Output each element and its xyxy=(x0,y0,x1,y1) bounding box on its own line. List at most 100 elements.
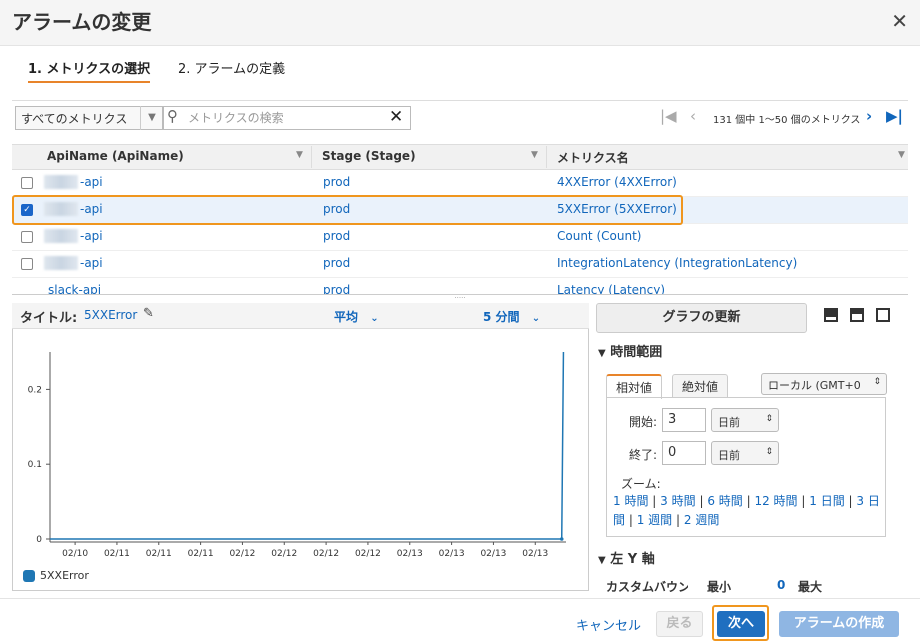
zoom-3h[interactable]: 3 時間 xyxy=(660,494,695,508)
tab-relative[interactable]: 相対値 xyxy=(606,374,663,399)
redacted-name xyxy=(44,256,78,270)
x-tick-label: 02/12 xyxy=(229,549,255,559)
legend-label: 5XXError xyxy=(40,569,89,582)
x-tick-label: 02/10 xyxy=(62,549,88,559)
dialog-title: アラームの変更 xyxy=(12,10,152,34)
updown-icon: ⇕ xyxy=(765,447,773,457)
left-y-axis-title: 左 Y 軸 xyxy=(610,552,655,567)
zoom-6h[interactable]: 6 時間 xyxy=(707,494,742,508)
time-range-title: 時間範囲 xyxy=(610,345,663,360)
step-define-alarm[interactable]: 2. アラームの定義 xyxy=(178,58,285,77)
row-checkbox[interactable] xyxy=(21,177,33,189)
step-select-metric[interactable]: 1. メトリクスの選択 xyxy=(28,58,151,83)
column-header-stage[interactable]: Stage (Stage) xyxy=(322,149,416,163)
y-tick-label: 0 xyxy=(36,535,42,545)
end-unit-select[interactable]: 日前 ⇕ xyxy=(711,441,779,465)
end-input[interactable]: 0 xyxy=(662,441,706,465)
column-header-apiname[interactable]: ApiName (ApiName) xyxy=(47,149,184,163)
graph-title[interactable]: 5XXError xyxy=(84,308,137,322)
prev-page-icon[interactable]: ‹ xyxy=(690,107,696,125)
y-tick-label: 0.2 xyxy=(28,385,42,395)
timezone-value: ローカル (GMT+0 xyxy=(768,379,861,392)
update-graph-button[interactable]: グラフの更新 xyxy=(596,303,807,333)
period-dropdown[interactable]: 5 分間 ⌄ xyxy=(483,308,540,325)
column-header-metric-name[interactable]: メトリクス名 xyxy=(557,149,629,166)
clear-search-icon[interactable]: ✕ xyxy=(389,107,403,127)
cell-apiname[interactable]: -api xyxy=(80,256,103,270)
caret-down-icon: ▼ xyxy=(598,348,606,359)
zoom-2w[interactable]: 2 週間 xyxy=(684,513,719,527)
min-label: 最小 xyxy=(707,580,732,594)
cell-stage[interactable]: prod xyxy=(323,175,350,189)
resize-handle[interactable]: ..... xyxy=(12,293,908,300)
cell-apiname[interactable]: -api xyxy=(80,175,103,189)
tab-absolute[interactable]: 絶対値 xyxy=(672,374,729,398)
chevron-down-icon[interactable]: ▼ xyxy=(140,106,163,130)
x-tick-label: 02/13 xyxy=(480,549,506,559)
timezone-select[interactable]: ローカル (GMT+0 ⇕ xyxy=(761,373,887,395)
back-button[interactable]: 戻る xyxy=(656,611,703,637)
cell-metric[interactable]: IntegrationLatency (IntegrationLatency) xyxy=(557,256,797,270)
zoom-12h[interactable]: 12 時間 xyxy=(754,494,797,508)
x-tick-label: 02/12 xyxy=(313,549,339,559)
min-value[interactable]: 0 xyxy=(777,578,785,592)
chevron-down-icon: ⌄ xyxy=(370,313,379,324)
cell-metric[interactable]: Count (Count) xyxy=(557,229,641,243)
redacted-name xyxy=(44,229,78,243)
metric-chart: 0 0.1 0.2 02/10 02/11 02/11 02/11 02/12 02/12 02/… xyxy=(28,351,566,559)
cell-stage[interactable]: prod xyxy=(323,256,350,270)
chevron-down-icon: ⌄ xyxy=(531,313,541,324)
redacted-name xyxy=(44,175,78,189)
sort-caret-icon[interactable]: ▼ xyxy=(531,150,538,160)
layout-large-icon[interactable] xyxy=(824,308,838,322)
sort-caret-icon[interactable]: ▼ xyxy=(296,150,303,160)
series-line-5xxerror xyxy=(50,351,565,540)
close-icon[interactable]: ✕ xyxy=(891,9,908,33)
metric-search-box xyxy=(163,106,411,130)
start-unit-value: 日前 xyxy=(718,416,740,429)
table-row[interactable] xyxy=(12,170,908,197)
zoom-1d[interactable]: 1 日間 xyxy=(809,494,844,508)
time-range-heading[interactable]: ▼ 時間範囲 xyxy=(598,341,662,360)
cell-metric[interactable]: 4XXError (4XXError) xyxy=(557,175,677,189)
column-separator xyxy=(311,146,312,168)
cell-apiname[interactable]: -api xyxy=(80,229,103,243)
sort-caret-icon[interactable]: ▼ xyxy=(898,150,905,160)
zoom-1h[interactable]: 1 時間 xyxy=(613,494,648,508)
cell-metric[interactable]: Latency (Latency) xyxy=(557,283,665,294)
start-label: 開始: xyxy=(629,415,658,429)
y-tick-label: 0.1 xyxy=(28,460,42,470)
cell-stage[interactable]: prod xyxy=(323,229,350,243)
next-button[interactable]: 次へ xyxy=(717,611,765,637)
zoom-1w[interactable]: 1 週間 xyxy=(637,513,672,527)
pager-text: 131 個中 1〜50 個のメトリクス xyxy=(713,115,861,126)
start-unit-select[interactable]: 日前 ⇕ xyxy=(711,408,779,432)
row-checkbox[interactable] xyxy=(21,231,33,243)
cancel-button[interactable]: キャンセル xyxy=(576,615,641,634)
layout-medium-icon[interactable] xyxy=(850,308,864,322)
x-tick-label: 02/13 xyxy=(397,549,423,559)
row-checkbox[interactable] xyxy=(21,258,33,270)
statistic-dropdown[interactable]: 平均 ⌄ xyxy=(334,308,379,325)
next-page-icon[interactable]: › xyxy=(866,107,872,125)
first-page-icon[interactable]: |◀ xyxy=(660,107,677,125)
pencil-icon[interactable]: ✎ xyxy=(143,306,154,321)
cell-stage[interactable]: prod xyxy=(323,283,350,294)
max-label: 最大 xyxy=(798,580,823,594)
period-value: 5 分間 xyxy=(483,310,520,324)
metric-search-input[interactable] xyxy=(188,109,383,127)
x-tick-label: 02/11 xyxy=(188,549,214,559)
start-input[interactable]: 3 xyxy=(662,408,706,432)
x-tick-label: 02/13 xyxy=(439,549,465,559)
last-page-icon[interactable]: ▶| xyxy=(886,107,903,125)
x-tick-label: 02/12 xyxy=(271,549,297,559)
create-alarm-button[interactable]: アラームの作成 xyxy=(779,611,899,637)
layout-small-icon[interactable] xyxy=(876,308,890,322)
table-row[interactable] xyxy=(12,224,908,251)
column-separator xyxy=(546,146,547,168)
graph-title-label: タイトル: xyxy=(20,311,78,326)
caret-down-icon: ▼ xyxy=(598,555,606,566)
left-y-axis-heading[interactable]: ▼ 左 Y 軸 xyxy=(598,548,655,567)
x-tick-label: 02/11 xyxy=(104,549,130,559)
cell-apiname[interactable]: slack-api xyxy=(48,283,101,294)
